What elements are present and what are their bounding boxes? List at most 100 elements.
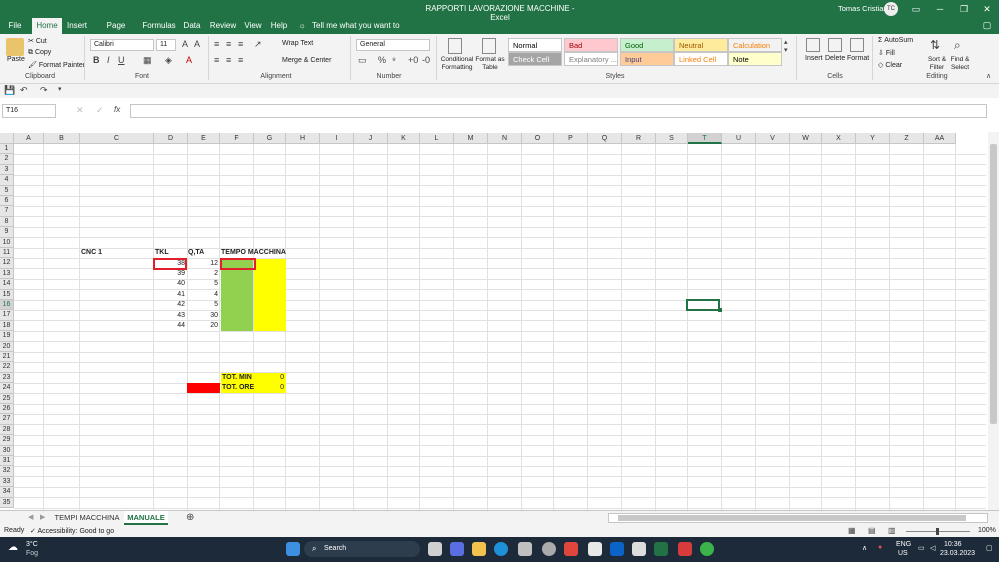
- align-bottom-icon[interactable]: ≡: [238, 39, 243, 49]
- sort-filter-icon[interactable]: ⇅: [930, 38, 940, 52]
- find-select-button[interactable]: Find & Select: [948, 56, 972, 72]
- app-red-icon[interactable]: [564, 542, 578, 556]
- row-header-5[interactable]: 5: [0, 185, 14, 196]
- font-size-select[interactable]: 11: [156, 39, 176, 51]
- close-icon[interactable]: ✕: [977, 2, 997, 16]
- qta-cell[interactable]: 12: [187, 259, 220, 269]
- minimize-icon[interactable]: ─: [930, 2, 950, 16]
- format-table-icon[interactable]: [482, 38, 496, 54]
- next-sheet-icon[interactable]: ▶: [40, 513, 45, 521]
- qta-header[interactable]: Q,TA: [188, 248, 218, 258]
- page-break-icon[interactable]: ▥: [888, 526, 896, 535]
- active-cell-t16[interactable]: [686, 299, 720, 311]
- decrease-decimal-icon[interactable]: -0: [422, 55, 430, 65]
- row-header-1[interactable]: 1: [0, 144, 14, 155]
- red-cell-e24[interactable]: [187, 383, 220, 393]
- increase-font-icon[interactable]: A: [182, 39, 188, 49]
- row-header-10[interactable]: 10: [0, 237, 14, 248]
- tkl-cell[interactable]: 43: [154, 311, 187, 321]
- language-primary[interactable]: ENG: [896, 541, 911, 548]
- column-header-h[interactable]: H: [286, 133, 320, 144]
- gallery-more-icon[interactable]: ▴ ▾: [784, 38, 788, 54]
- row-header-9[interactable]: 9: [0, 227, 14, 238]
- cell-style-3[interactable]: Neutral: [674, 38, 728, 52]
- excel-taskbar-icon[interactable]: [654, 542, 668, 556]
- column-header-k[interactable]: K: [388, 133, 420, 144]
- column-header-m[interactable]: M: [454, 133, 488, 144]
- row-header-28[interactable]: 28: [0, 424, 14, 436]
- insert-function-button[interactable]: fx: [114, 105, 120, 114]
- task-view-icon[interactable]: [428, 542, 442, 556]
- enter-icon[interactable]: ✓: [96, 105, 104, 116]
- column-header-aa[interactable]: AA: [924, 133, 956, 144]
- align-right-icon[interactable]: ≡: [238, 55, 243, 65]
- cnc-label[interactable]: CNC 1: [81, 248, 121, 258]
- fill-handle[interactable]: [718, 308, 722, 312]
- tab-review[interactable]: Review: [208, 18, 238, 34]
- ribbon-display-icon[interactable]: ▭: [906, 2, 926, 16]
- column-header-q[interactable]: Q: [588, 133, 622, 144]
- qta-cell[interactable]: 20: [187, 321, 220, 331]
- row-header-17[interactable]: 17: [0, 310, 14, 321]
- tot-ore-value[interactable]: 0: [254, 383, 286, 393]
- column-header-w[interactable]: W: [790, 133, 822, 144]
- number-format-select[interactable]: General: [356, 39, 430, 51]
- row-header-29[interactable]: 29: [0, 435, 14, 446]
- outlook-icon[interactable]: [610, 542, 624, 556]
- horizontal-scroll-thumb[interactable]: [618, 515, 966, 521]
- row-header-22[interactable]: 22: [0, 362, 14, 373]
- column-header-a[interactable]: A: [14, 133, 44, 144]
- row-header-25[interactable]: 25: [0, 393, 14, 404]
- tab-data[interactable]: Data: [180, 18, 204, 34]
- taskbar-search[interactable]: [304, 541, 420, 557]
- tot-min-value[interactable]: 0: [254, 373, 286, 383]
- tkl-cell[interactable]: 41: [154, 290, 187, 300]
- qta-cell[interactable]: 5: [187, 279, 220, 289]
- tot-min-label[interactable]: TOT. MIN: [222, 373, 254, 383]
- formula-input[interactable]: [130, 104, 987, 118]
- column-header-o[interactable]: O: [522, 133, 554, 144]
- row-header-19[interactable]: 19: [0, 331, 14, 342]
- column-header-v[interactable]: V: [756, 133, 790, 144]
- row-header-30[interactable]: 30: [0, 445, 14, 456]
- format-cells-button[interactable]: Format: [847, 55, 869, 62]
- align-middle-icon[interactable]: ≡: [226, 39, 231, 49]
- customize-qat-icon[interactable]: ▾: [58, 85, 62, 93]
- tkl-cell[interactable]: 39: [154, 269, 187, 279]
- language-secondary[interactable]: US: [898, 550, 908, 557]
- tab-formulas[interactable]: Formulas: [142, 18, 176, 34]
- column-header-u[interactable]: U: [722, 133, 756, 144]
- row-header-16[interactable]: 16: [0, 300, 14, 311]
- cell-style-7[interactable]: Input: [620, 52, 674, 66]
- insert-icon[interactable]: [806, 38, 820, 52]
- cell-style-1[interactable]: Bad: [564, 38, 618, 52]
- wrap-text-button[interactable]: Wrap Text: [282, 40, 313, 47]
- row-header-27[interactable]: 27: [0, 414, 14, 425]
- cell-style-9[interactable]: Note: [728, 52, 782, 66]
- clock-date[interactable]: 23.03.2023: [940, 550, 975, 557]
- currency-icon[interactable]: ▭: [358, 55, 367, 66]
- cell-style-5[interactable]: Check Cell: [508, 52, 562, 66]
- weather-icon[interactable]: ☁: [8, 542, 18, 553]
- font-color-icon[interactable]: A: [186, 55, 192, 65]
- column-header-x[interactable]: X: [822, 133, 856, 144]
- row-header-18[interactable]: 18: [0, 320, 14, 332]
- row-header-14[interactable]: 14: [0, 279, 14, 290]
- row-header-3[interactable]: 3: [0, 164, 14, 176]
- redo-icon[interactable]: ↷: [40, 85, 48, 96]
- tempo-header[interactable]: TEMPO MACCHINA: [221, 248, 291, 258]
- column-header-s[interactable]: S: [656, 133, 688, 144]
- format-as-table-button[interactable]: Format as Table: [474, 56, 506, 72]
- column-header-e[interactable]: E: [188, 133, 220, 144]
- tkl-cell[interactable]: 38: [154, 259, 187, 269]
- align-left-icon[interactable]: ≡: [214, 55, 219, 65]
- row-header-2[interactable]: 2: [0, 154, 14, 165]
- insert-cells-button[interactable]: Insert: [805, 55, 823, 62]
- store-icon[interactable]: [518, 542, 532, 556]
- tab-file[interactable]: File: [4, 18, 26, 34]
- percent-icon[interactable]: %: [378, 55, 386, 65]
- tab-help[interactable]: Help: [268, 18, 290, 34]
- accessibility-status[interactable]: ✓ Accessibility: Good to go: [30, 527, 114, 535]
- zoom-slider-thumb[interactable]: [936, 528, 939, 535]
- format-painter-button[interactable]: 🖌 Format Painter: [28, 61, 85, 69]
